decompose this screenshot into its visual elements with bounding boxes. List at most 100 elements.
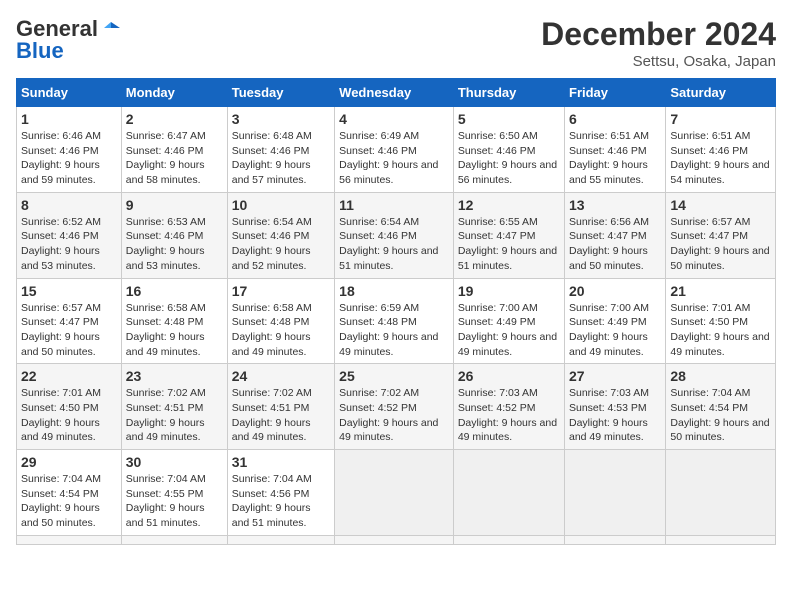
day-number: 24 bbox=[232, 368, 330, 384]
day-number: 13 bbox=[569, 197, 661, 213]
day-number: 26 bbox=[458, 368, 560, 384]
day-info: Sunrise: 7:04 AMSunset: 4:55 PMDaylight:… bbox=[126, 473, 206, 529]
table-row: 25 Sunrise: 7:02 AMSunset: 4:52 PMDayligh… bbox=[335, 364, 454, 450]
day-info: Sunrise: 6:54 AMSunset: 4:46 PMDaylight:… bbox=[232, 216, 312, 272]
day-info: Sunrise: 7:03 AMSunset: 4:53 PMDaylight:… bbox=[569, 387, 649, 443]
table-row: 22 Sunrise: 7:01 AMSunset: 4:50 PMDayligh… bbox=[17, 364, 122, 450]
day-info: Sunrise: 6:51 AMSunset: 4:46 PMDaylight:… bbox=[569, 130, 649, 186]
calendar-title: December 2024 bbox=[541, 16, 776, 53]
day-info: Sunrise: 6:48 AMSunset: 4:46 PMDaylight:… bbox=[232, 130, 312, 186]
table-row: 18 Sunrise: 6:59 AMSunset: 4:48 PMDayligh… bbox=[335, 278, 454, 364]
table-row: 8Sunrise: 6:52 AMSunset: 4:46 PMDaylight… bbox=[17, 192, 122, 278]
day-number: 28 bbox=[670, 368, 771, 384]
day-info: Sunrise: 6:50 AMSunset: 4:46 PMDaylight:… bbox=[458, 130, 557, 186]
calendar-header-row: Sunday Monday Tuesday Wednesday Thursday… bbox=[17, 79, 776, 107]
table-row: 1 Sunrise: 6:46 AMSunset: 4:46 PMDaylight… bbox=[17, 107, 122, 193]
table-row bbox=[565, 450, 666, 536]
day-number: 3 bbox=[232, 111, 330, 127]
day-number: 20 bbox=[569, 283, 661, 299]
day-info: Sunrise: 7:02 AMSunset: 4:51 PMDaylight:… bbox=[126, 387, 206, 443]
day-info: Sunrise: 6:57 AMSunset: 4:47 PMDaylight:… bbox=[21, 302, 101, 358]
day-info: Sunrise: 7:01 AMSunset: 4:50 PMDaylight:… bbox=[21, 387, 101, 443]
day-info: Sunrise: 6:46 AMSunset: 4:46 PMDaylight:… bbox=[21, 130, 101, 186]
day-info: Sunrise: 6:49 AMSunset: 4:46 PMDaylight:… bbox=[339, 130, 438, 186]
day-number: 15 bbox=[21, 283, 117, 299]
calendar-week-row bbox=[17, 535, 776, 544]
day-info: Sunrise: 6:52 AMSunset: 4:46 PMDaylight:… bbox=[21, 216, 101, 272]
day-info: Sunrise: 7:04 AMSunset: 4:56 PMDaylight:… bbox=[232, 473, 312, 529]
day-number: 23 bbox=[126, 368, 223, 384]
table-row: 10Sunrise: 6:54 AMSunset: 4:46 PMDayligh… bbox=[227, 192, 334, 278]
col-saturday: Saturday bbox=[666, 79, 776, 107]
table-row: 13 Sunrise: 6:56 AMSunset: 4:47 PMDayligh… bbox=[565, 192, 666, 278]
calendar-week-row: 1 Sunrise: 6:46 AMSunset: 4:46 PMDaylight… bbox=[17, 107, 776, 193]
day-number: 7 bbox=[670, 111, 771, 127]
day-number: 30 bbox=[126, 454, 223, 470]
day-number: 14 bbox=[670, 197, 771, 213]
day-info: Sunrise: 6:58 AMSunset: 4:48 PMDaylight:… bbox=[232, 302, 312, 358]
table-row: 3 Sunrise: 6:48 AMSunset: 4:46 PMDaylight… bbox=[227, 107, 334, 193]
table-row: 9Sunrise: 6:53 AMSunset: 4:46 PMDaylight… bbox=[121, 192, 227, 278]
table-row: 11 Sunrise: 6:54 AMSunset: 4:46 PMDayligh… bbox=[335, 192, 454, 278]
day-info: Sunrise: 7:00 AMSunset: 4:49 PMDaylight:… bbox=[458, 302, 557, 358]
table-row: 30 Sunrise: 7:04 AMSunset: 4:55 PMDayligh… bbox=[121, 450, 227, 536]
col-wednesday: Wednesday bbox=[335, 79, 454, 107]
table-row bbox=[335, 450, 454, 536]
day-number: 12 bbox=[458, 197, 560, 213]
table-row bbox=[666, 535, 776, 544]
day-info: Sunrise: 6:58 AMSunset: 4:48 PMDaylight:… bbox=[126, 302, 206, 358]
title-section: December 2024 Settsu, Osaka, Japan bbox=[541, 16, 776, 70]
calendar-week-row: 15 Sunrise: 6:57 AMSunset: 4:47 PMDayligh… bbox=[17, 278, 776, 364]
table-row: 7 Sunrise: 6:51 AMSunset: 4:46 PMDaylight… bbox=[666, 107, 776, 193]
table-row: 28Sunrise: 7:04 AMSunset: 4:54 PMDayligh… bbox=[666, 364, 776, 450]
day-info: Sunrise: 7:02 AMSunset: 4:51 PMDaylight:… bbox=[232, 387, 312, 443]
table-row: 15 Sunrise: 6:57 AMSunset: 4:47 PMDayligh… bbox=[17, 278, 122, 364]
table-row: 19 Sunrise: 7:00 AMSunset: 4:49 PMDayligh… bbox=[453, 278, 564, 364]
day-number: 6 bbox=[569, 111, 661, 127]
day-number: 1 bbox=[21, 111, 117, 127]
col-friday: Friday bbox=[565, 79, 666, 107]
col-thursday: Thursday bbox=[453, 79, 564, 107]
day-number: 19 bbox=[458, 283, 560, 299]
day-number: 25 bbox=[339, 368, 449, 384]
day-number: 22 bbox=[21, 368, 117, 384]
table-row: 6 Sunrise: 6:51 AMSunset: 4:46 PMDaylight… bbox=[565, 107, 666, 193]
logo-bird-icon bbox=[100, 18, 122, 40]
day-info: Sunrise: 6:54 AMSunset: 4:46 PMDaylight:… bbox=[339, 216, 438, 272]
table-row: 24 Sunrise: 7:02 AMSunset: 4:51 PMDayligh… bbox=[227, 364, 334, 450]
table-row: 23 Sunrise: 7:02 AMSunset: 4:51 PMDayligh… bbox=[121, 364, 227, 450]
day-number: 4 bbox=[339, 111, 449, 127]
table-row bbox=[453, 450, 564, 536]
table-row: 5Sunrise: 6:50 AMSunset: 4:46 PMDaylight… bbox=[453, 107, 564, 193]
day-number: 11 bbox=[339, 197, 449, 213]
table-row: 16 Sunrise: 6:58 AMSunset: 4:48 PMDayligh… bbox=[121, 278, 227, 364]
day-number: 27 bbox=[569, 368, 661, 384]
day-info: Sunrise: 7:02 AMSunset: 4:52 PMDaylight:… bbox=[339, 387, 438, 443]
day-info: Sunrise: 6:55 AMSunset: 4:47 PMDaylight:… bbox=[458, 216, 557, 272]
day-info: Sunrise: 6:51 AMSunset: 4:46 PMDaylight:… bbox=[670, 130, 769, 186]
col-monday: Monday bbox=[121, 79, 227, 107]
calendar-week-row: 29Sunrise: 7:04 AMSunset: 4:54 PMDayligh… bbox=[17, 450, 776, 536]
day-number: 31 bbox=[232, 454, 330, 470]
day-number: 18 bbox=[339, 283, 449, 299]
table-row: 12 Sunrise: 6:55 AMSunset: 4:47 PMDayligh… bbox=[453, 192, 564, 278]
calendar-week-row: 22 Sunrise: 7:01 AMSunset: 4:50 PMDayligh… bbox=[17, 364, 776, 450]
table-row: 2Sunrise: 6:47 AMSunset: 4:46 PMDaylight… bbox=[121, 107, 227, 193]
day-info: Sunrise: 6:57 AMSunset: 4:47 PMDaylight:… bbox=[670, 216, 769, 272]
table-row bbox=[121, 535, 227, 544]
col-tuesday: Tuesday bbox=[227, 79, 334, 107]
day-number: 2 bbox=[126, 111, 223, 127]
table-row: 17Sunrise: 6:58 AMSunset: 4:48 PMDayligh… bbox=[227, 278, 334, 364]
table-row: 21Sunrise: 7:01 AMSunset: 4:50 PMDayligh… bbox=[666, 278, 776, 364]
day-number: 16 bbox=[126, 283, 223, 299]
day-number: 9 bbox=[126, 197, 223, 213]
page-header: General Blue December 2024 Settsu, Osaka… bbox=[16, 16, 776, 70]
day-info: Sunrise: 6:59 AMSunset: 4:48 PMDaylight:… bbox=[339, 302, 438, 358]
table-row: 31 Sunrise: 7:04 AMSunset: 4:56 PMDayligh… bbox=[227, 450, 334, 536]
day-info: Sunrise: 7:00 AMSunset: 4:49 PMDaylight:… bbox=[569, 302, 649, 358]
col-sunday: Sunday bbox=[17, 79, 122, 107]
day-info: Sunrise: 6:56 AMSunset: 4:47 PMDaylight:… bbox=[569, 216, 649, 272]
table-row: 27 Sunrise: 7:03 AMSunset: 4:53 PMDayligh… bbox=[565, 364, 666, 450]
table-row bbox=[335, 535, 454, 544]
day-number: 29 bbox=[21, 454, 117, 470]
